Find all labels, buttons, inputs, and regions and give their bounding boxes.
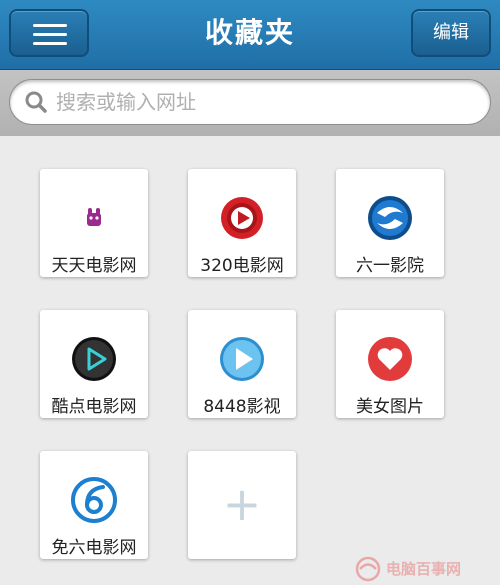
- swirl-blue-icon: [368, 196, 412, 240]
- tiantian-icon: [87, 208, 101, 226]
- play-black-icon: [72, 337, 116, 381]
- favorite-tile-liuyi[interactable]: 六一影院: [336, 169, 444, 277]
- search-input[interactable]: 搜索或输入网址: [9, 79, 491, 125]
- favorite-label: 天天电影网: [51, 256, 137, 276]
- add-favorite-tile[interactable]: +: [188, 451, 296, 559]
- play-red-icon: [221, 197, 263, 239]
- favorite-tile-tiantian[interactable]: 天天电影网: [40, 169, 148, 277]
- watermark-text: 电脑百事网: [386, 560, 462, 578]
- favorite-label: 酷点电影网: [51, 397, 137, 417]
- favorite-tile-meinv[interactable]: 美女图片: [336, 310, 444, 418]
- top-bar: 收藏夹 编辑: [0, 0, 500, 70]
- play-lightblue-icon: [220, 337, 264, 381]
- favorite-label: 320电影网: [200, 256, 284, 276]
- favorite-tile-8448[interactable]: 8448影视: [188, 310, 296, 418]
- search-icon: [25, 91, 47, 113]
- favorite-label: 免六电影网: [51, 538, 137, 558]
- favorite-label: 8448影视: [203, 397, 281, 417]
- favorite-label: 六一影院: [356, 256, 424, 276]
- favorite-tile-320[interactable]: 320电影网: [188, 169, 296, 277]
- add-icon: +: [222, 477, 262, 531]
- watermark-logo-icon: [355, 556, 381, 582]
- favorite-label: 美女图片: [356, 397, 424, 417]
- search-placeholder: 搜索或输入网址: [56, 90, 196, 114]
- edit-button[interactable]: 编辑: [411, 9, 491, 57]
- watermark: 电脑百事网: [354, 556, 494, 582]
- number-six-icon: [71, 477, 117, 523]
- favorite-tile-kudian[interactable]: 酷点电影网: [40, 310, 148, 418]
- heart-icon: [368, 337, 412, 381]
- favorite-tile-mianliu[interactable]: 免六电影网: [40, 451, 148, 559]
- search-bar: 搜索或输入网址: [0, 70, 500, 136]
